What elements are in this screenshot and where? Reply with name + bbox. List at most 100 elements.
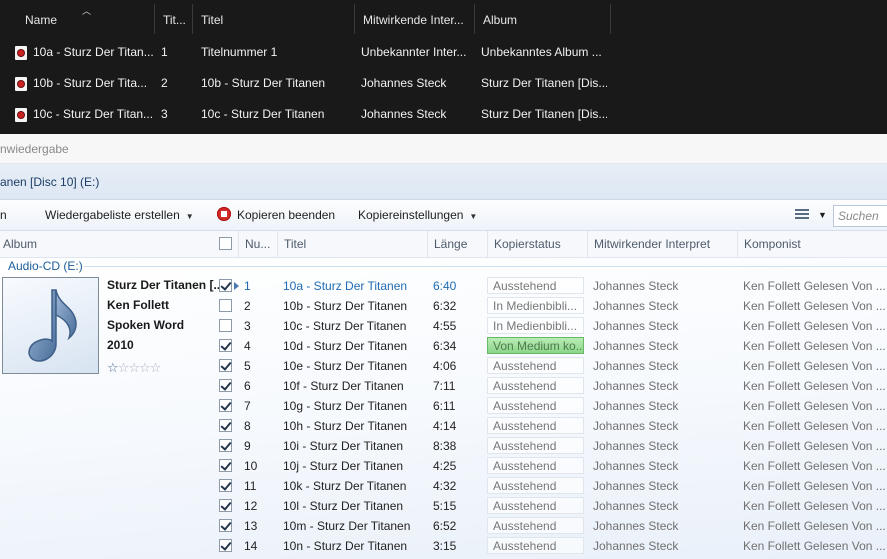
track-number: 7 xyxy=(244,399,251,413)
track-checkbox[interactable] xyxy=(219,299,232,312)
track-artist: Johannes Steck xyxy=(593,299,679,313)
track-checkbox[interactable] xyxy=(219,379,232,392)
track-length: 4:06 xyxy=(433,359,457,373)
star-icon[interactable]: ☆ xyxy=(128,360,140,375)
track-row[interactable]: 4 10d - Sturz Der Titanen 6:34 Von Medium k… xyxy=(210,336,887,356)
star-icon[interactable]: ☆ xyxy=(107,360,119,375)
track-checkbox[interactable] xyxy=(219,519,232,532)
track-composer: Ken Follett Gelesen Von ... xyxy=(743,319,886,333)
rip-settings-label: Kopiereinstellungen xyxy=(358,208,464,222)
audio-file-icon xyxy=(15,108,27,122)
file-title: 10b - Sturz Der Titanen xyxy=(201,76,326,90)
column-name[interactable]: ︿ Name xyxy=(0,4,155,34)
search-input[interactable]: Suchen xyxy=(833,205,887,227)
stop-rip-button[interactable]: Kopieren beenden xyxy=(217,200,335,231)
album-art[interactable] xyxy=(2,277,99,374)
file-row[interactable]: 10b - Sturz Der Tita... 2 10b - Sturz De… xyxy=(0,68,611,99)
star-icon[interactable]: ☆ xyxy=(139,360,151,375)
file-row[interactable]: 10c - Sturz Der Titan... 3 10c - Sturz D… xyxy=(0,99,611,130)
status-text: nwiedergabe xyxy=(0,142,69,156)
track-row[interactable]: 9 10i - Sturz Der Titanen 8:38 Ausstehend Jo… xyxy=(210,436,887,456)
album-genre[interactable]: Spoken Word xyxy=(107,318,184,332)
track-title: 10n - Sturz Der Titanen xyxy=(283,539,408,553)
star-icon[interactable]: ☆ xyxy=(150,360,162,375)
column-title[interactable]: Titel xyxy=(277,231,427,258)
track-row[interactable]: 2 10b - Sturz Der Titanen 6:32 In Medienbib… xyxy=(210,296,887,316)
rip-status: Ausstehend xyxy=(487,517,584,534)
view-options-chevron-icon[interactable]: ▼ xyxy=(818,200,827,231)
rip-settings-button[interactable]: Kopiereinstellungen ▼ xyxy=(358,200,477,231)
track-row[interactable]: 13 10m - Sturz Der Titanen 6:52 Ausstehend J… xyxy=(210,516,887,536)
track-checkbox[interactable] xyxy=(219,359,232,372)
rip-status: In Medienbibli... xyxy=(487,297,584,314)
create-playlist-button[interactable]: Wiedergabeliste erstellen ▼ xyxy=(45,200,194,231)
track-row[interactable]: 6 10f - Sturz Der Titanen 7:11 Ausstehend Jo… xyxy=(210,376,887,396)
track-checkbox[interactable] xyxy=(219,479,232,492)
track-row[interactable]: 10 10j - Sturz Der Titanen 4:25 Ausstehend J… xyxy=(210,456,887,476)
column-rip-status[interactable]: Kopierstatus xyxy=(487,231,587,258)
track-artist: Johannes Steck xyxy=(593,399,679,413)
track-number: 5 xyxy=(244,359,251,373)
track-number: 14 xyxy=(244,539,258,553)
breadcrumb-disc[interactable]: anen [Disc 10] (E:) xyxy=(0,175,99,189)
audio-file-icon xyxy=(15,46,27,60)
column-album[interactable]: Album xyxy=(475,4,611,34)
track-composer: Ken Follett Gelesen Von ... xyxy=(743,419,886,433)
album-artist[interactable]: Ken Follett xyxy=(107,298,169,312)
file-title: 10c - Sturz Der Titanen xyxy=(201,107,325,121)
track-row[interactable]: 7 10g - Sturz Der Titanen 6:11 Ausstehend Jo… xyxy=(210,396,887,416)
album-year[interactable]: 2010 xyxy=(107,338,134,352)
track-checkbox[interactable] xyxy=(219,439,232,452)
column-composer[interactable]: Komponist xyxy=(737,231,887,258)
track-checkbox[interactable] xyxy=(219,399,232,412)
track-composer: Ken Follett Gelesen Von ... xyxy=(743,459,886,473)
chevron-down-icon: ▼ xyxy=(185,212,194,221)
file-album: Unbekanntes Album ... xyxy=(481,45,602,59)
view-options-icon[interactable] xyxy=(795,209,809,221)
track-checkbox[interactable] xyxy=(219,279,232,292)
column-title[interactable]: Titel xyxy=(193,4,355,34)
track-checkbox[interactable] xyxy=(219,539,232,552)
track-row[interactable]: 5 10e - Sturz Der Titanen 4:06 Ausstehend Jo… xyxy=(210,356,887,376)
rating-stars[interactable]: ☆☆☆☆☆ xyxy=(107,360,162,376)
column-length[interactable]: Länge xyxy=(427,231,487,258)
select-all-checkbox[interactable] xyxy=(219,237,232,250)
track-number: 9 xyxy=(244,439,251,453)
group-divider xyxy=(84,266,887,267)
track-checkbox[interactable] xyxy=(219,319,232,332)
column-album[interactable]: Album xyxy=(0,231,210,258)
track-number: 10 xyxy=(244,459,258,473)
track-composer: Ken Follett Gelesen Von ... xyxy=(743,439,886,453)
track-checkbox[interactable] xyxy=(219,499,232,512)
explorer-column-header: ︿ Name Tit... Titel Mitwirkende Inter...… xyxy=(0,0,611,34)
track-composer: Ken Follett Gelesen Von ... xyxy=(743,399,886,413)
track-artist: Johannes Steck xyxy=(593,419,679,433)
star-icon[interactable]: ☆ xyxy=(118,360,130,375)
track-row[interactable]: 14 10n - Sturz Der Titanen 3:15 Ausstehend J… xyxy=(210,536,887,556)
track-row[interactable]: 8 10h - Sturz Der Titanen 4:14 Ausstehend Jo… xyxy=(210,416,887,436)
column-track-number[interactable]: Nu... xyxy=(238,231,277,258)
column-contributing-artist[interactable]: Mitwirkender Interpret xyxy=(587,231,737,258)
track-row[interactable]: 12 10l - Sturz Der Titanen 5:15 Ausstehend J… xyxy=(210,496,887,516)
column-track-number[interactable]: Tit... xyxy=(155,4,193,34)
album-title[interactable]: Sturz Der Titanen [... xyxy=(107,278,223,292)
track-list: Audio-CD (E:) Sturz Der Titanen [... Ken… xyxy=(0,258,887,559)
file-row[interactable]: 10a - Sturz Der Titan... 1 Titelnummer 1… xyxy=(0,37,611,68)
rip-status: Ausstehend xyxy=(487,357,584,374)
column-contributing-artist[interactable]: Mitwirkende Inter... xyxy=(355,4,475,34)
track-row[interactable]: 3 10c - Sturz Der Titanen 4:55 In Medienbib… xyxy=(210,316,887,336)
track-checkbox[interactable] xyxy=(219,419,232,432)
toolbar-partial-item[interactable]: n xyxy=(0,200,7,231)
track-composer: Ken Follett Gelesen Von ... xyxy=(743,379,886,393)
breadcrumb[interactable]: anen [Disc 10] (E:) xyxy=(0,164,887,200)
track-artist: Johannes Steck xyxy=(593,499,679,513)
audio-file-icon xyxy=(15,77,27,91)
track-title: 10l - Sturz Der Titanen xyxy=(283,499,404,513)
track-checkbox[interactable] xyxy=(219,459,232,472)
track-row[interactable]: 11 10k - Sturz Der Titanen 4:32 Ausstehend J… xyxy=(210,476,887,496)
file-name: 10c - Sturz Der Titan... xyxy=(33,107,153,121)
file-name: 10b - Sturz Der Tita... xyxy=(33,76,148,90)
track-artist: Johannes Steck xyxy=(593,279,679,293)
track-row[interactable]: 1 10a - Sturz Der Titanen 6:40 Ausstehend Jo… xyxy=(210,276,887,296)
track-checkbox[interactable] xyxy=(219,339,232,352)
